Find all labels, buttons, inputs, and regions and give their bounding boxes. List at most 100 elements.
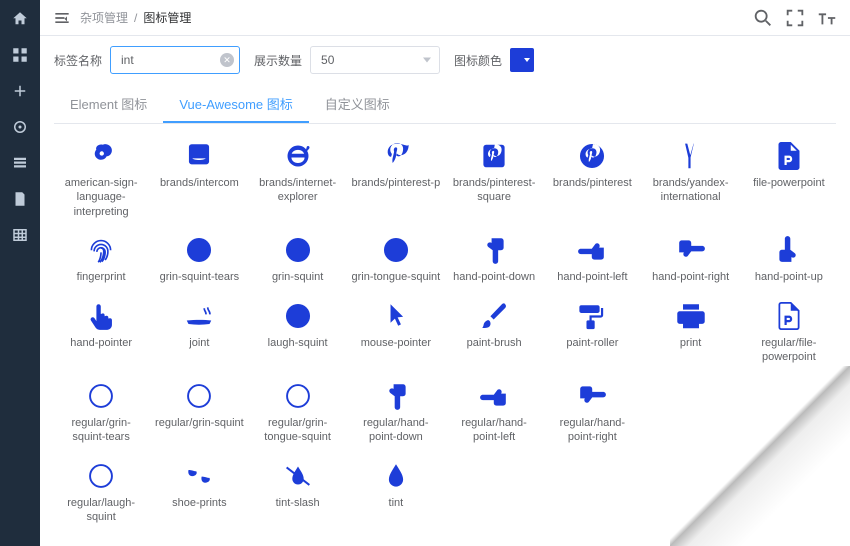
hand-down-o-icon <box>382 382 410 410</box>
color-picker[interactable] <box>510 48 534 72</box>
icon-color-label: 图标颜色 <box>454 52 502 69</box>
label-name-text: 标签名称 <box>54 52 102 69</box>
icon-label: regular/hand-point-down <box>351 416 441 445</box>
laugh-squint-o-icon <box>87 462 115 490</box>
hand-left-icon <box>578 236 606 264</box>
icon-cell[interactable]: laugh-squint <box>251 298 345 370</box>
icon-cell[interactable]: regular/hand-point-left <box>447 378 541 450</box>
ie-icon <box>284 142 312 170</box>
icon-cell[interactable]: brands/pinterest <box>545 138 639 224</box>
icon-cell[interactable]: regular/grin-squint <box>152 378 246 450</box>
sidebar-doc-icon[interactable] <box>11 190 29 208</box>
breadcrumb-part2[interactable]: 图标管理 <box>143 9 191 26</box>
tint-icon <box>382 462 410 490</box>
tab-vue-awesome[interactable]: Vue-Awesome 图标 <box>163 86 308 123</box>
icon-cell[interactable]: hand-pointer <box>54 298 148 370</box>
icon-cell[interactable]: tint-slash <box>251 458 345 530</box>
icon-cell[interactable]: hand-point-right <box>644 232 738 290</box>
breadcrumb-part1[interactable]: 杂项管理 <box>80 9 128 26</box>
hand-pointer-icon <box>87 302 115 330</box>
shoe-prints-icon <box>185 462 213 490</box>
icon-cell[interactable]: print <box>644 298 738 370</box>
sidebar-plus-icon[interactable] <box>11 82 29 100</box>
icon-cell[interactable]: grin-squint <box>251 232 345 290</box>
sidebar-dashboard-icon[interactable] <box>11 10 29 28</box>
icon-cell[interactable]: brands/pinterest-square <box>447 138 541 224</box>
app-root: 杂项管理 / 图标管理 标签名称 ✕ 展示数量 <box>0 0 850 546</box>
filter-label-name: 标签名称 ✕ <box>54 46 240 74</box>
sidebar-target-icon[interactable] <box>11 118 29 136</box>
fullscreen-icon[interactable] <box>784 7 806 29</box>
sidebar-layers-icon[interactable] <box>11 154 29 172</box>
icon-label: fingerprint <box>77 270 126 284</box>
tab-custom[interactable]: 自定义图标 <box>309 86 406 123</box>
icon-label: brands/pinterest-square <box>449 176 539 205</box>
sidebar-grid-icon[interactable] <box>11 46 29 64</box>
icon-cell[interactable]: regular/hand-point-right <box>545 378 639 450</box>
icon-label: grin-tongue-squint <box>352 270 441 284</box>
icon-label: brands/internet-explorer <box>253 176 343 205</box>
icon-label: brands/intercom <box>160 176 239 190</box>
sidebar-table-icon[interactable] <box>11 226 29 244</box>
icon-cell[interactable]: regular/grin-squint-tears <box>54 378 148 450</box>
icon-cell[interactable]: paint-roller <box>545 298 639 370</box>
icon-label: mouse-pointer <box>361 336 431 350</box>
icon-cell[interactable]: regular/file-powerpoint <box>742 298 836 370</box>
tab-element[interactable]: Element 图标 <box>54 86 163 123</box>
collapse-sidebar-icon[interactable] <box>52 8 72 28</box>
font-size-icon[interactable] <box>816 7 838 29</box>
paint-roller-icon <box>578 302 606 330</box>
icon-label: shoe-prints <box>172 496 226 510</box>
icon-label: hand-point-up <box>755 270 823 284</box>
icon-cell[interactable]: american-sign-language-interpreting <box>54 138 148 224</box>
asl-icon <box>87 142 115 170</box>
joint-icon <box>185 302 213 330</box>
icon-cell[interactable]: regular/grin-tongue-squint <box>251 378 345 450</box>
icon-label: brands/pinterest-p <box>352 176 441 190</box>
icon-cell[interactable]: shoe-prints <box>152 458 246 530</box>
pinterest-sq-icon <box>480 142 508 170</box>
icon-cell[interactable]: grin-squint-tears <box>152 232 246 290</box>
hand-down-icon <box>480 236 508 264</box>
icon-cell[interactable]: file-powerpoint <box>742 138 836 224</box>
hand-left-o-icon <box>480 382 508 410</box>
icon-cell[interactable]: hand-point-down <box>447 232 541 290</box>
tabs: Element 图标 Vue-Awesome 图标 自定义图标 <box>54 86 836 124</box>
icon-cell[interactable]: brands/internet-explorer <box>251 138 345 224</box>
icon-cell[interactable]: tint <box>349 458 443 530</box>
intercom-icon <box>185 142 213 170</box>
filter-display-count: 展示数量 50 <box>254 46 440 74</box>
icon-label: paint-brush <box>467 336 522 350</box>
icon-cell[interactable]: brands/yandex-international <box>644 138 738 224</box>
icon-cell[interactable]: regular/laugh-squint <box>54 458 148 530</box>
icon-label: regular/grin-tongue-squint <box>253 416 343 445</box>
icon-cell[interactable]: fingerprint <box>54 232 148 290</box>
clear-input-icon[interactable]: ✕ <box>220 53 234 67</box>
icon-cell[interactable]: hand-point-left <box>545 232 639 290</box>
icon-label: regular/grin-squint <box>155 416 244 430</box>
icon-cell[interactable]: mouse-pointer <box>349 298 443 370</box>
icon-label: grin-squint <box>272 270 323 284</box>
breadcrumb: 杂项管理 / 图标管理 <box>80 9 191 26</box>
display-count-label: 展示数量 <box>254 52 302 69</box>
filter-icon-color: 图标颜色 <box>454 48 534 72</box>
icon-cell[interactable]: brands/intercom <box>152 138 246 224</box>
icon-cell[interactable]: grin-tongue-squint <box>349 232 443 290</box>
search-icon[interactable] <box>752 7 774 29</box>
display-count-select[interactable]: 50 <box>310 46 440 74</box>
hand-up-icon <box>775 236 803 264</box>
filter-bar: 标签名称 ✕ 展示数量 50 图标颜色 <box>54 46 836 74</box>
icon-cell[interactable]: joint <box>152 298 246 370</box>
icon-label: regular/file-powerpoint <box>744 336 834 365</box>
laugh-squint-icon <box>284 302 312 330</box>
icon-label: tint <box>389 496 404 510</box>
icon-label: hand-point-right <box>652 270 729 284</box>
breadcrumb-sep: / <box>134 11 137 25</box>
icon-label: regular/hand-point-right <box>547 416 637 445</box>
icon-label: grin-squint-tears <box>160 270 239 284</box>
icon-cell[interactable]: paint-brush <box>447 298 541 370</box>
icon-cell[interactable]: hand-point-up <box>742 232 836 290</box>
icon-grid: american-sign-language-interpreting brand… <box>54 124 836 544</box>
icon-cell[interactable]: brands/pinterest-p <box>349 138 443 224</box>
icon-cell[interactable]: regular/hand-point-down <box>349 378 443 450</box>
